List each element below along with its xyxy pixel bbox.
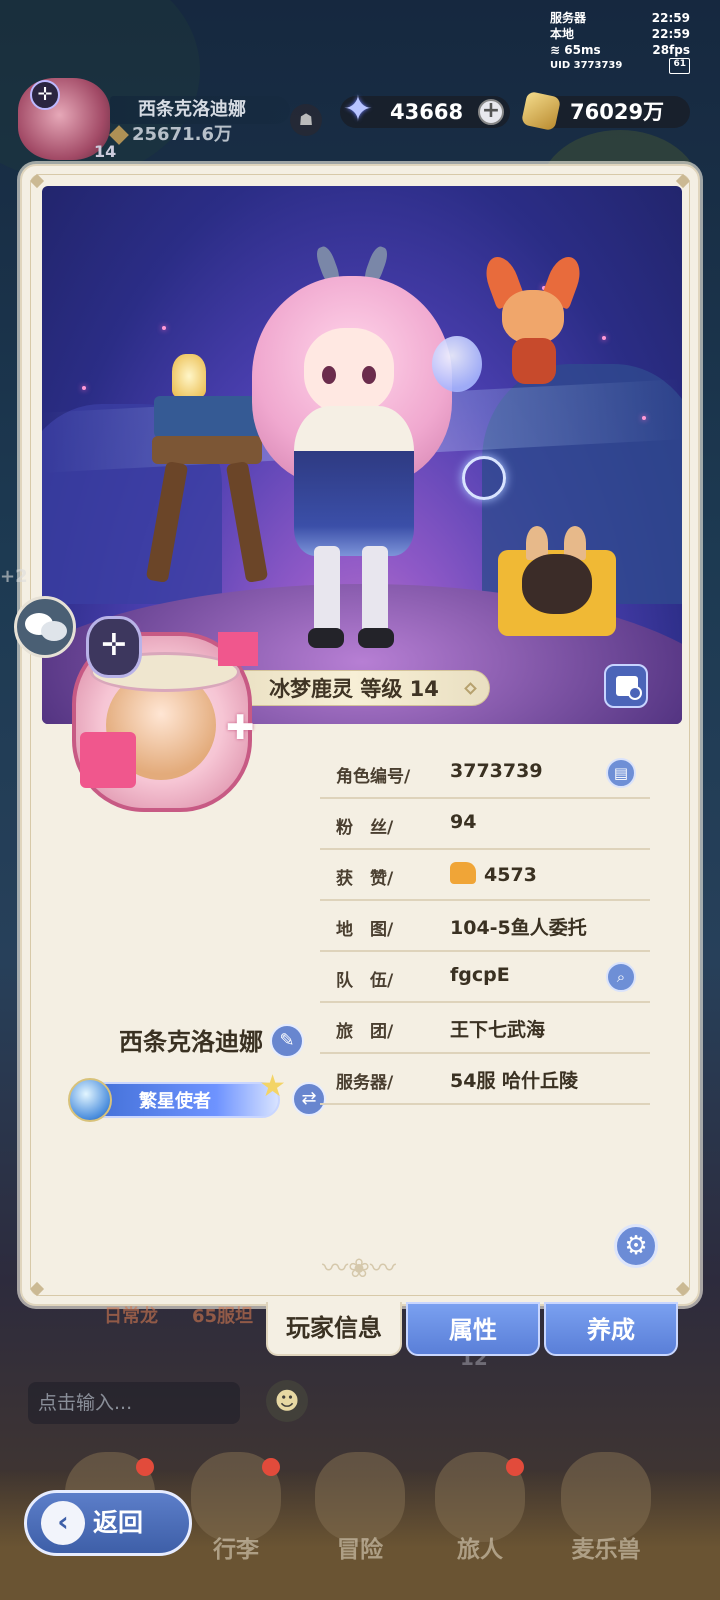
ping: ≋ 65ms: [550, 43, 601, 57]
swap-badge-icon: [628, 686, 642, 700]
pixel-heart-icon: [218, 632, 258, 666]
notification-dot: [136, 1458, 154, 1476]
magic-ring: [462, 456, 506, 500]
crystal-orb-icon: [68, 1078, 112, 1122]
shoe: [358, 628, 394, 648]
corner-ornament: [29, 173, 45, 189]
eye: [322, 366, 336, 384]
sparkle: [82, 386, 86, 390]
bg-event-label: 65服坦: [192, 1306, 254, 1327]
nav-adventure-label: 冒险: [337, 1537, 383, 1563]
local-time: 22:59: [651, 27, 690, 41]
cross-icon: ✚: [226, 708, 255, 748]
desk-leg: [145, 461, 189, 583]
add-stars-button[interactable]: +: [478, 99, 504, 125]
shoe: [308, 628, 344, 648]
server-time-label: 服务器: [550, 11, 587, 25]
player-info-list: 角色编号/ 3773739 ▤ 粉 丝/ 94 获 赞/ 4573 地 图/ 1…: [320, 748, 650, 1105]
battery-icon: 61: [669, 58, 690, 74]
nav-pet-label: 麦乐兽: [571, 1537, 641, 1563]
back-arrow-icon: ‹: [41, 1501, 85, 1545]
top-player-chip[interactable]: ✛ 西条克洛迪娜 25671.6万 14: [18, 78, 290, 161]
nav-partner[interactable]: 旅人: [430, 1452, 530, 1572]
change-card-button[interactable]: [604, 664, 648, 708]
nav-partner-label: 旅人: [457, 1537, 503, 1563]
search-team-button[interactable]: ⌕: [606, 962, 636, 992]
player-title-badge[interactable]: 繁星使者 ★: [68, 1072, 286, 1122]
fps: 28fps: [652, 43, 690, 57]
uid: UID 3773739: [550, 60, 623, 71]
emoji-button[interactable]: ☻: [266, 1380, 308, 1422]
settings-button[interactable]: ⚙: [614, 1224, 658, 1268]
smiley-icon: ☻: [274, 1387, 300, 1415]
gold-currency: 76029万: [520, 90, 690, 132]
bg-event-label: 日常龙: [104, 1306, 158, 1327]
crossed-swords-icon: [315, 1452, 405, 1542]
info-row-map: 地 图/ 104-5鱼人委托: [320, 901, 650, 952]
lamp: [172, 354, 206, 398]
profile-avatar[interactable]: ✛ ✚: [50, 612, 270, 832]
face: [304, 328, 394, 414]
top-coin-count: 25671.6万: [109, 122, 232, 148]
eye: [362, 366, 376, 384]
bg-side-number: +2: [0, 566, 28, 587]
fox-pet: [480, 252, 586, 386]
info-row-fans: 粉 丝/ 94: [320, 799, 650, 850]
gold-coin-icon: [520, 90, 562, 132]
player-name: 西条克洛迪娜: [119, 1028, 263, 1056]
box-cat-pet: [498, 526, 616, 636]
wifi-icon: ≋: [550, 43, 561, 57]
info-row-role-id: 角色编号/ 3773739 ▤: [320, 748, 650, 799]
info-row-guild: 旅 团/ 王下七武海: [320, 1003, 650, 1054]
info-row-likes: 获 赞/ 4573: [320, 850, 650, 901]
crosshair-badge-icon: ✛: [86, 616, 142, 678]
leg: [314, 546, 340, 636]
pet-body: [512, 338, 556, 384]
notification-dot: [506, 1458, 524, 1476]
card-footer-ornament: 〰❀〰: [322, 1254, 396, 1284]
edit-name-button[interactable]: ✎: [270, 1024, 304, 1058]
gold-count: 76029万: [570, 100, 665, 124]
chat-input[interactable]: 点击输入...: [28, 1382, 240, 1424]
thumbs-up-icon: [450, 862, 476, 884]
pencil-icon: ✎: [279, 1030, 295, 1051]
star-currency: ✦ 43668 +: [340, 90, 510, 130]
star-count: 43668: [390, 100, 464, 124]
corner-ornament: [29, 1281, 45, 1297]
status-panel: 服务器 22:59 本地 22:59 ≋ 65ms 28fps UID 3773739…: [550, 10, 690, 74]
dress: [294, 406, 414, 556]
tab-development[interactable]: 养成: [544, 1302, 678, 1356]
info-row-server: 服务器/ 54服 哈什丘陵: [320, 1054, 650, 1105]
nav-pet[interactable]: 麦乐兽: [556, 1452, 656, 1572]
corner-ornament: [675, 1281, 691, 1297]
nav-bag[interactable]: 行李: [186, 1452, 286, 1572]
info-row-team: 队 伍/ fgcpE ⌕: [320, 952, 650, 1003]
shield-icon: ✛: [30, 80, 60, 110]
tab-player-info[interactable]: 玩家信息: [266, 1302, 402, 1356]
banner-ornament-icon: [464, 682, 477, 695]
sparkle: [642, 416, 646, 420]
leg: [362, 546, 388, 636]
back-button[interactable]: ‹ 返回: [24, 1490, 192, 1556]
tab-attributes[interactable]: 属性: [406, 1302, 540, 1356]
nav-bag-label: 行李: [213, 1537, 259, 1563]
nav-adventure[interactable]: 冒险: [310, 1452, 410, 1572]
cat: [522, 554, 592, 614]
swap-arrows-icon: ⇄: [301, 1088, 317, 1109]
cat-pet-icon: [561, 1452, 651, 1542]
pet-head: [502, 290, 564, 344]
notification-dot: [262, 1458, 280, 1476]
star-gem-icon: ✦: [342, 89, 374, 130]
copy-id-button[interactable]: ▤: [606, 758, 636, 788]
gear-icon: ⚙: [624, 1231, 648, 1261]
sparkle: [602, 336, 606, 340]
top-player-name: 西条克洛迪娜: [110, 96, 290, 124]
local-time-label: 本地: [550, 27, 575, 41]
guild-icon[interactable]: ☗: [290, 104, 322, 136]
server-time: 22:59: [651, 11, 690, 25]
star-icon: ★: [259, 1069, 286, 1104]
top-level: 14: [94, 142, 117, 161]
pixel-heart-icon: [80, 732, 136, 788]
spirit-bubble: [432, 336, 482, 392]
